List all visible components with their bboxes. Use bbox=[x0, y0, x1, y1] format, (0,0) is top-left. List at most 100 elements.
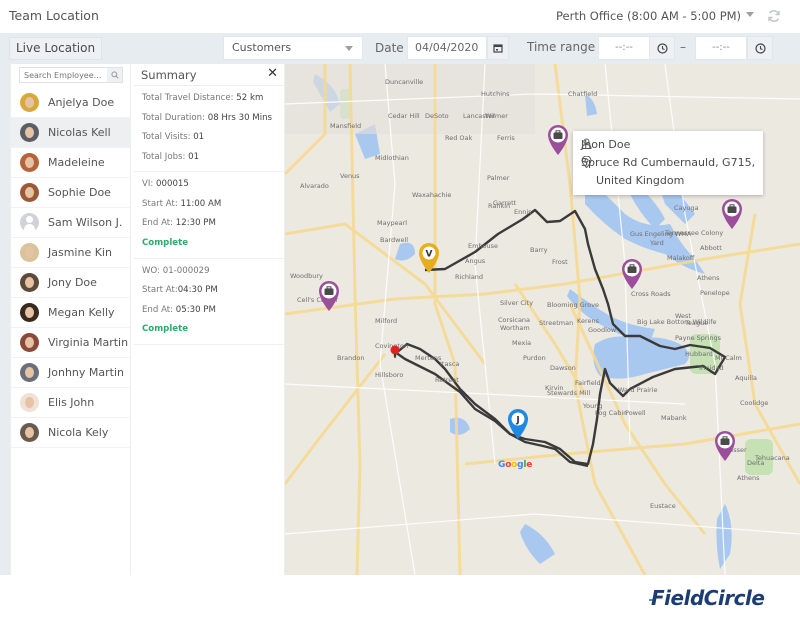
employee-list-item[interactable]: Virginia Martin bbox=[11, 328, 131, 358]
search-button[interactable] bbox=[107, 68, 122, 82]
total-distance: Total Travel Distance: 52 km bbox=[142, 93, 264, 103]
office-select[interactable]: Perth Office (8:00 AM - 5:00 PM) bbox=[556, 9, 741, 23]
customer-pin[interactable] bbox=[546, 124, 570, 156]
map-place-label: Abbott bbox=[700, 244, 722, 252]
status-badge: Complete bbox=[142, 237, 189, 248]
google-logo: Google bbox=[498, 460, 533, 470]
map-place-label: Tennessee Colony bbox=[665, 229, 724, 237]
entry-id: VI: 000015 bbox=[142, 179, 189, 189]
avatar bbox=[20, 183, 39, 202]
map-place-label: Dawson bbox=[550, 364, 576, 372]
total-jobs: Total Jobs: 01 bbox=[142, 151, 200, 162]
time-to-button[interactable] bbox=[747, 36, 773, 60]
map-place-label: West bbox=[675, 312, 691, 320]
total-duration: Total Duration: 08 Hrs 30 Mins bbox=[142, 112, 273, 123]
employee-panel: Anjelya Doe Nicolas Kell Madeleine Sophie D… bbox=[10, 64, 131, 575]
avatar bbox=[20, 273, 39, 292]
employee-list-item[interactable]: Jasmine Kin bbox=[11, 238, 131, 268]
map-place-label: Wilmer bbox=[485, 112, 508, 120]
map-place-label: Emhouse bbox=[468, 242, 499, 250]
info-address-row: Spruce Rd Cumbernauld, G715, bbox=[581, 156, 755, 169]
location-pin-icon bbox=[581, 156, 592, 168]
map-place-label: Duncanville bbox=[385, 78, 424, 86]
avatar bbox=[20, 243, 39, 262]
lake bbox=[593, 336, 689, 379]
avatar bbox=[20, 363, 39, 382]
refresh-icon[interactable] bbox=[767, 9, 781, 23]
map-place-label: Penelope bbox=[700, 289, 730, 297]
employee-list-item[interactable]: Sam Wilson J. bbox=[11, 208, 131, 238]
map-place-label: Retreat bbox=[435, 376, 459, 384]
employee-list-item[interactable]: Anjelya Doe bbox=[11, 88, 131, 118]
employee-search-input[interactable] bbox=[20, 68, 108, 82]
customer-pin[interactable] bbox=[317, 280, 341, 312]
visit-pin[interactable]: V bbox=[417, 242, 441, 274]
time-from-button[interactable] bbox=[649, 36, 675, 60]
entry-start: Start At: 11:00 AM bbox=[142, 198, 222, 209]
job-pin[interactable]: J bbox=[506, 408, 530, 440]
employee-list-item[interactable]: Sophie Doe bbox=[11, 178, 131, 208]
map-place-label: Coolidge bbox=[740, 399, 769, 407]
employee-name: Anjelya Doe bbox=[48, 96, 115, 109]
map-place-label: Midlothian bbox=[375, 154, 409, 162]
employee-list-item[interactable]: Jony Doe bbox=[11, 268, 131, 298]
summary-panel: Summary ✕ Total Travel Distance: 52 km T… bbox=[134, 64, 285, 575]
map-place-label: Stewards Mill bbox=[547, 389, 591, 397]
clock-icon bbox=[656, 42, 668, 54]
employee-list-item[interactable]: Megan Kelly bbox=[11, 298, 131, 328]
avatar bbox=[20, 423, 39, 442]
map-place-label: Mabank bbox=[661, 414, 687, 422]
map-view[interactable]: Duncanville Cedar Hill DeSoto Lancaster Wilm… bbox=[285, 64, 800, 575]
employee-name: Jasmine Kin bbox=[48, 246, 112, 259]
customer-pin[interactable] bbox=[620, 258, 644, 290]
lake bbox=[520, 524, 555, 564]
footer: FieldCircle bbox=[0, 575, 800, 622]
time-range-label: Time range bbox=[527, 40, 596, 54]
chevron-down-icon bbox=[345, 46, 353, 51]
info-address-line2: United Kingdom bbox=[596, 174, 685, 187]
live-location-button[interactable]: Live Location bbox=[9, 37, 103, 60]
summary-title: Summary bbox=[141, 68, 197, 82]
close-icon[interactable]: ✕ bbox=[267, 66, 278, 81]
chevron-down-icon[interactable] bbox=[746, 12, 754, 17]
customer-pin[interactable] bbox=[713, 430, 737, 462]
employee-name: Nicola Kely bbox=[48, 426, 109, 439]
customer-filter-select[interactable]: Customers bbox=[223, 36, 363, 60]
map-place-label: Silver City bbox=[500, 299, 534, 307]
employee-list-item[interactable]: Nicolas Kell bbox=[11, 118, 131, 148]
date-input[interactable]: 04/04/2020 bbox=[407, 36, 487, 60]
summary-entry-work-order[interactable]: WO: 01-000029 Start At:04:30 PM End At: … bbox=[134, 259, 284, 345]
calendar-button[interactable] bbox=[487, 36, 509, 60]
avatar bbox=[20, 303, 39, 322]
map-place-label: Powell bbox=[625, 409, 646, 417]
summary-entry-visit[interactable]: VI: 000015 Start At: 11:00 AM End At: 12… bbox=[134, 172, 284, 259]
time-from-input[interactable]: --:-- bbox=[598, 36, 650, 60]
start-point-marker[interactable] bbox=[389, 344, 401, 358]
employee-name: Sophie Doe bbox=[48, 186, 111, 199]
map-place-label: Kerens bbox=[577, 317, 599, 325]
employee-list: Anjelya Doe Nicolas Kell Madeleine Sophie D… bbox=[11, 88, 131, 448]
svg-text:J: J bbox=[515, 416, 519, 426]
map-place-label: Milford bbox=[375, 317, 398, 325]
map-place-label: Venus bbox=[340, 172, 360, 180]
employee-search[interactable] bbox=[19, 67, 123, 83]
employee-list-item[interactable]: Jonhny Martin bbox=[11, 358, 131, 388]
employee-name: Madeleine bbox=[48, 156, 105, 169]
employee-list-item[interactable]: Nicola Kely bbox=[11, 418, 131, 448]
time-to-input[interactable]: --:-- bbox=[695, 36, 747, 60]
avatar bbox=[20, 393, 39, 412]
employee-list-item[interactable]: Elis John bbox=[11, 388, 131, 418]
summary-header: Summary ✕ bbox=[134, 64, 284, 86]
employee-name: Nicolas Kell bbox=[48, 126, 111, 139]
map-place-label: Blooming Grove bbox=[547, 301, 600, 309]
map-place-label: Woodbury bbox=[290, 272, 323, 280]
map-place-label: Cross Roads bbox=[631, 290, 671, 298]
map-place-label: Fairfield bbox=[575, 379, 601, 387]
employee-list-item[interactable]: Madeleine bbox=[11, 148, 131, 178]
map-place-label: Payne Springs bbox=[675, 334, 722, 342]
map-place-label: Barry bbox=[530, 246, 548, 254]
employee-name: Virginia Martin bbox=[48, 336, 129, 349]
map-place-label: Bardwell bbox=[380, 236, 409, 244]
date-label: Date bbox=[375, 41, 404, 55]
customer-pin[interactable] bbox=[720, 198, 744, 230]
